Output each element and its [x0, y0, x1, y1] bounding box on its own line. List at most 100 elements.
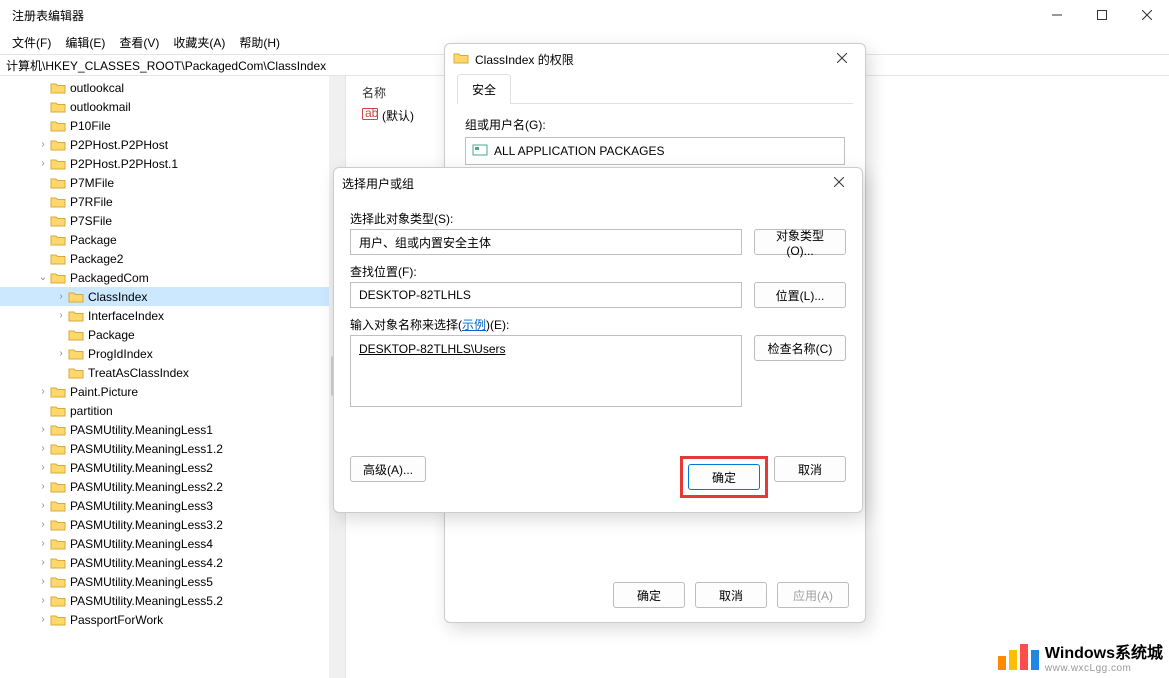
folder-icon — [50, 423, 66, 437]
tree-item-label: PASMUtility.MeaningLess1.2 — [70, 442, 223, 456]
permissions-cancel-button[interactable]: 取消 — [695, 582, 767, 608]
tree-item[interactable]: ›ClassIndex — [0, 287, 345, 306]
tree-item[interactable]: ⌄PackagedCom — [0, 268, 345, 287]
folder-icon — [68, 309, 84, 323]
tree-item[interactable]: ›P2PHost.P2PHost — [0, 135, 345, 154]
chevron-right-icon[interactable]: › — [36, 386, 50, 397]
tree-item[interactable]: ›PASMUtility.MeaningLess4.2 — [0, 553, 345, 572]
tree-item[interactable]: ›PassportForWork — [0, 610, 345, 629]
tree-item[interactable]: › PASMUtility.MeaningLess5 — [0, 572, 345, 591]
chevron-right-icon[interactable]: › — [54, 348, 68, 359]
menu-help[interactable]: 帮助(H) — [233, 32, 286, 53]
menu-file[interactable]: 文件(F) — [6, 32, 57, 53]
tree-item-label: Package — [70, 233, 117, 247]
folder-icon — [50, 138, 66, 152]
chevron-right-icon[interactable]: › — [36, 576, 50, 587]
chevron-right-icon[interactable]: › — [36, 158, 50, 169]
chevron-right-icon[interactable]: › — [36, 519, 50, 530]
tree-item-label: TreatAsClassIndex — [88, 366, 189, 380]
object-names-input[interactable]: DESKTOP-82TLHLS\Users — [350, 335, 742, 407]
menu-edit[interactable]: 编辑(E) — [59, 32, 111, 53]
chevron-right-icon[interactable]: › — [54, 291, 68, 302]
folder-icon — [50, 176, 66, 190]
tree-item[interactable]: ›Paint.Picture — [0, 382, 345, 401]
chevron-right-icon[interactable]: › — [36, 443, 50, 454]
tree-item[interactable]: P7MFile — [0, 173, 345, 192]
select-ok-button[interactable]: 确定 — [688, 464, 760, 490]
tree-item[interactable]: › PASMUtility.MeaningLess1.2 — [0, 439, 345, 458]
close-button[interactable] — [1124, 0, 1169, 30]
chevron-right-icon[interactable]: › — [36, 481, 50, 492]
tree-item[interactable]: › ProgIdIndex — [0, 344, 345, 363]
chevron-right-icon[interactable]: › — [36, 424, 50, 435]
permissions-ok-button[interactable]: 确定 — [613, 582, 685, 608]
svg-text:ab: ab — [365, 107, 378, 120]
chevron-right-icon[interactable]: › — [36, 538, 50, 549]
tree-item[interactable]: ›PASMUtility.MeaningLess3 — [0, 496, 345, 515]
watermark: Windows系统城 www.wxcLgg.com — [998, 639, 1163, 674]
tree-item[interactable]: ›PASMUtility.MeaningLess2.2 — [0, 477, 345, 496]
tree-item[interactable]: Package — [0, 230, 345, 249]
folder-icon — [50, 100, 66, 114]
column-name[interactable]: 名称 — [354, 80, 394, 105]
maximize-button[interactable] — [1079, 0, 1124, 30]
tree-item[interactable]: ›PASMUtility.MeaningLess5.2 — [0, 591, 345, 610]
tree-item[interactable]: Package2 — [0, 249, 345, 268]
tree-item[interactable]: › P2PHost.P2PHost.1 — [0, 154, 345, 173]
value-name: (默认) — [382, 107, 414, 124]
ok-highlight: 确定 — [680, 456, 768, 498]
tree-item-label: P7RFile — [70, 195, 113, 209]
tree-item[interactable]: ›PASMUtility.MeaningLess2 — [0, 458, 345, 477]
chevron-right-icon[interactable]: › — [54, 310, 68, 321]
tree-item[interactable]: ›PASMUtility.MeaningLess1 — [0, 420, 345, 439]
chevron-down-icon[interactable]: ⌄ — [36, 272, 50, 283]
tab-security[interactable]: 安全 — [457, 74, 511, 104]
tree-item[interactable]: Package — [0, 325, 345, 344]
object-type-label: 选择此对象类型(S): — [350, 210, 846, 227]
select-cancel-button[interactable]: 取消 — [774, 456, 846, 482]
folder-icon — [50, 499, 66, 513]
menu-favorites[interactable]: 收藏夹(A) — [167, 32, 231, 53]
tree-item[interactable]: partition — [0, 401, 345, 420]
tree-item-label: partition — [70, 404, 113, 418]
tree-item[interactable]: outlookcal — [0, 78, 345, 97]
tree-item[interactable]: P7RFile — [0, 192, 345, 211]
tree-item-label: PASMUtility.MeaningLess5 — [70, 575, 213, 589]
watermark-brand: Windows系统城 — [1045, 645, 1163, 662]
chevron-right-icon[interactable]: › — [36, 614, 50, 625]
minimize-button[interactable] — [1034, 0, 1079, 30]
example-link[interactable]: 示例 — [462, 318, 486, 332]
check-names-button[interactable]: 检查名称(C) — [754, 335, 846, 361]
tree-item[interactable]: P10File — [0, 116, 345, 135]
location-label: 查找位置(F): — [350, 263, 846, 280]
folder-icon — [50, 404, 66, 418]
permissions-apply-button[interactable]: 应用(A) — [777, 582, 849, 608]
tree-item[interactable]: ›PASMUtility.MeaningLess3.2 — [0, 515, 345, 534]
advanced-button[interactable]: 高级(A)... — [350, 456, 426, 482]
select-close-button[interactable] — [824, 176, 854, 190]
chevron-right-icon[interactable]: › — [36, 139, 50, 150]
chevron-right-icon[interactable]: › — [36, 557, 50, 568]
chevron-right-icon[interactable]: › — [36, 595, 50, 606]
group-users-list[interactable]: ALL APPLICATION PACKAGES — [465, 137, 845, 165]
chevron-right-icon[interactable]: › — [36, 462, 50, 473]
object-types-button[interactable]: 对象类型(O)... — [754, 229, 846, 255]
tree-item[interactable]: P7SFile — [0, 211, 345, 230]
menu-view[interactable]: 查看(V) — [113, 32, 165, 53]
permissions-close-button[interactable] — [827, 52, 857, 66]
tree-item[interactable]: outlookmail — [0, 97, 345, 116]
folder-icon — [68, 347, 84, 361]
tree-item[interactable]: ›PASMUtility.MeaningLess4 — [0, 534, 345, 553]
tree-item[interactable]: TreatAsClassIndex — [0, 363, 345, 382]
chevron-right-icon[interactable]: › — [36, 500, 50, 511]
registry-tree[interactable]: outlookcaloutlookmailP10File›P2PHost.P2P… — [0, 76, 346, 678]
locations-button[interactable]: 位置(L)... — [754, 282, 846, 308]
folder-icon — [68, 366, 84, 380]
location-value: DESKTOP-82TLHLS — [350, 282, 742, 308]
folder-icon — [50, 214, 66, 228]
folder-icon — [50, 81, 66, 95]
tree-item-label: P2PHost.P2PHost.1 — [70, 157, 178, 171]
tree-item-label: Package — [88, 328, 135, 342]
tree-item-label: ProgIdIndex — [88, 347, 153, 361]
tree-item[interactable]: ›InterfaceIndex — [0, 306, 345, 325]
